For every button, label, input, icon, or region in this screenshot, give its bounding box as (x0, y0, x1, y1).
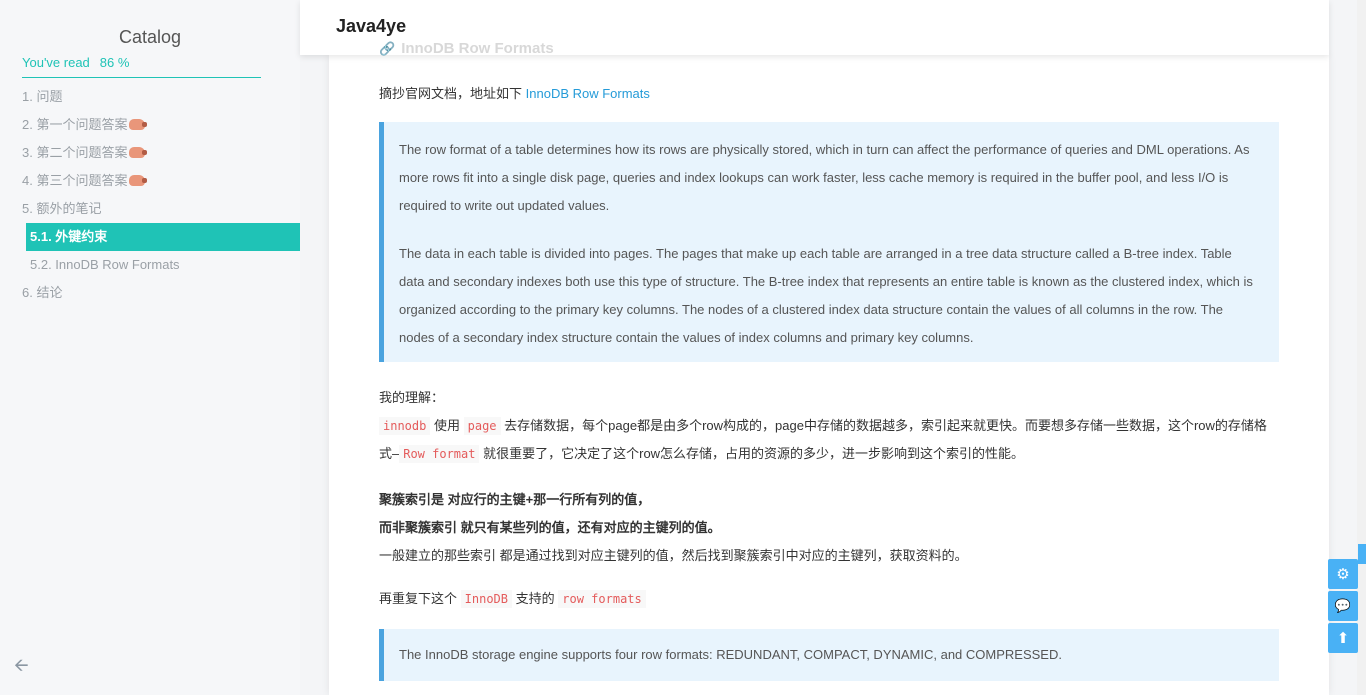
toc-item-label: 1. 问题 (22, 89, 63, 104)
inline-code: page (463, 417, 501, 435)
arrow-up-icon: ⬆ (1336, 629, 1350, 647)
toc-item-extra-notes[interactable]: 5. 额外的笔记 (0, 195, 300, 223)
pig-icon (129, 147, 148, 158)
bold-line-nonclustered: 而非聚簇索引 就只有某些列的值，还有对应的主键列的值。 (379, 520, 721, 535)
faded-section-heading: 🔗 InnoDB Row Formats (379, 40, 554, 57)
site-title[interactable]: Java4ye (336, 16, 406, 37)
pig-icon (129, 175, 148, 186)
reading-progress: You've read 86 % (22, 55, 261, 78)
quote-paragraph: The InnoDB storage engine supports four … (399, 647, 1062, 662)
quote-paragraph-1: The row format of a table determines how… (399, 142, 1250, 213)
text-run: 支持的 (515, 591, 555, 606)
toc-item-answer-3[interactable]: 4. 第三个问题答案 (0, 167, 300, 195)
text-run: 就很重要了，它决定了这个row怎么存储，占用的资源的多少，进一步影响到这个索引的… (483, 446, 1025, 461)
understanding-section: 我的理解： innodb 使用 page 去存储数据，每个page都是由多个ro… (379, 384, 1279, 468)
inline-code: row formats (558, 590, 646, 608)
catalog-title: Catalog (118, 27, 182, 47)
inline-code: innodb (379, 417, 431, 435)
understanding-label: 我的理解： (379, 390, 445, 405)
table-of-contents: 1. 问题 2. 第一个问题答案 3. 第二个问题答案 4. 第三个问题答案 5… (0, 83, 300, 307)
progress-label: You've read (22, 55, 90, 70)
intro-text: 摘抄官网文档，地址如下 (379, 86, 523, 101)
toc-item-foreign-key[interactable]: 5.1. 外键约束 (26, 223, 300, 251)
side-tab[interactable] (1358, 544, 1366, 564)
back-to-top-button[interactable]: ⬆ (1328, 623, 1358, 653)
inline-code: InnoDB (460, 590, 512, 608)
toc-item-answer-1[interactable]: 2. 第一个问题答案 (0, 111, 300, 139)
page-header: Java4ye 🔗 InnoDB Row Formats (300, 0, 1329, 57)
index-notes: 聚簇索引是 对应行的主键+那一行所有列的值， 而非聚簇索引 就只有某些列的值，还… (379, 486, 1279, 570)
index-lookup-line: 一般建立的那些索引 都是通过找到对应主键列的值，然后找到聚簇索引中对应的主键列，… (379, 548, 968, 563)
intro-paragraph: 摘抄官网文档，地址如下 InnoDB Row Formats (379, 80, 650, 108)
blockquote-row-format: The row format of a table determines how… (379, 122, 1279, 362)
toc-item-label: 5. 额外的笔记 (22, 201, 102, 216)
toc-item-questions[interactable]: 1. 问题 (0, 83, 300, 111)
toc-item-row-formats[interactable]: 5.2. InnoDB Row Formats (0, 251, 300, 279)
toc-item-answer-2[interactable]: 3. 第二个问题答案 (0, 139, 300, 167)
quote-paragraph-2: The data in each table is divided into p… (399, 246, 1253, 345)
settings-button[interactable]: ⚙ (1328, 559, 1358, 589)
toc-item-label: 5.1. 外键约束 (30, 229, 108, 244)
arrow-left-icon[interactable]: 🡨 (14, 656, 34, 676)
toc-item-label: 2. 第一个问题答案 (22, 117, 128, 132)
scrollbar-track[interactable] (1357, 0, 1366, 695)
row-formats-link[interactable]: InnoDB Row Formats (526, 86, 650, 101)
toc-item-conclusion[interactable]: 6. 结论 (0, 279, 300, 307)
gear-icon: ⚙ (1336, 565, 1350, 583)
pig-icon (129, 119, 148, 130)
toc-item-label: 5.2. InnoDB Row Formats (30, 257, 180, 272)
progress-value: 86 % (99, 55, 130, 70)
bold-line-clustered: 聚簇索引是 对应行的主键+那一行所有列的值， (379, 492, 651, 507)
understanding-paragraph: innodb 使用 page 去存储数据，每个page都是由多个row构成的，p… (379, 412, 1279, 468)
heading-text: InnoDB Row Formats (401, 40, 554, 57)
comments-icon: 💬 (1334, 598, 1352, 614)
toc-item-label: 3. 第二个问题答案 (22, 145, 128, 160)
text-run: 再重复下这个 (379, 591, 458, 606)
article-card: 摘抄官网文档，地址如下 InnoDB Row Formats The row f… (329, 55, 1329, 695)
inline-code: Row format (399, 445, 480, 463)
text-run: 使用 (433, 418, 460, 433)
toc-item-label: 6. 结论 (22, 285, 63, 300)
blockquote-four-formats: The InnoDB storage engine supports four … (379, 629, 1279, 681)
toc-item-label: 4. 第三个问题答案 (22, 173, 128, 188)
comments-button[interactable]: 💬 (1328, 591, 1358, 621)
sidebar: Catalog You've read 86 % 1. 问题 2. 第一个问题答案… (0, 0, 300, 695)
link-icon: 🔗 (379, 41, 396, 56)
repeat-paragraph: 再重复下这个 InnoDB 支持的 row formats (379, 585, 1279, 613)
